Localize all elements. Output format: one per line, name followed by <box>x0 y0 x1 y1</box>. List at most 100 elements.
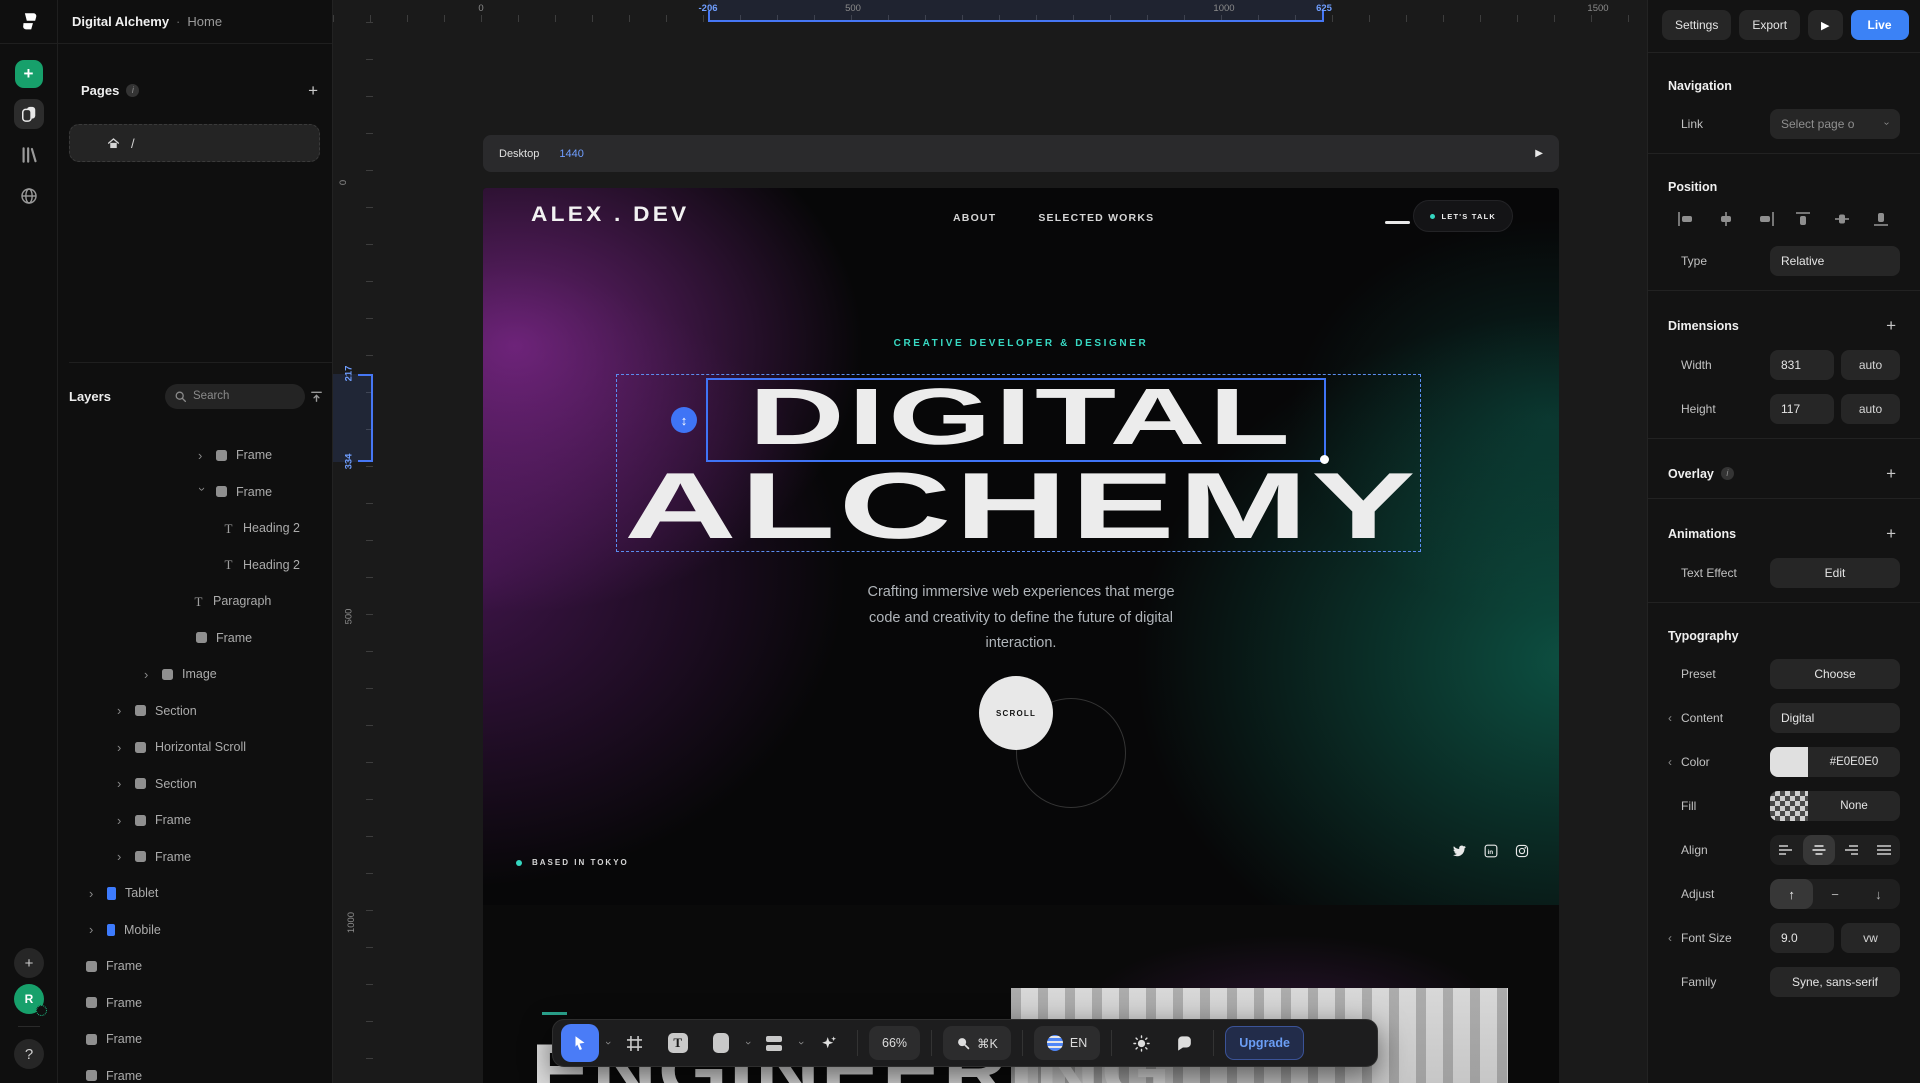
position-type-field[interactable]: Relative <box>1770 246 1900 276</box>
avatar[interactable]: R <box>14 984 44 1014</box>
feedback-button[interactable] <box>1166 1025 1202 1061</box>
frame-tool[interactable] <box>617 1025 653 1061</box>
color-control[interactable]: #E0E0E0 <box>1770 747 1900 777</box>
preview-button[interactable]: ▶ <box>1808 10 1842 40</box>
linkedin-icon[interactable]: in <box>1484 844 1498 858</box>
resize-handle[interactable] <box>1320 455 1329 464</box>
layer-row[interactable]: ›Tablet <box>59 875 332 912</box>
layer-row[interactable]: ›Mobile <box>59 912 332 949</box>
content-input[interactable]: Digital <box>1770 703 1900 733</box>
project-title[interactable]: Digital Alchemy <box>72 14 169 29</box>
layer-row[interactable]: ›Frame <box>59 474 332 511</box>
chevron-right-icon[interactable]: › <box>89 887 98 900</box>
selected-element-outline[interactable] <box>706 378 1326 462</box>
layer-row[interactable]: TParagraph <box>59 583 332 620</box>
site-logo[interactable]: ALEX . DEV <box>531 203 689 227</box>
align-center-h-icon[interactable] <box>1713 210 1739 228</box>
layer-row[interactable]: ›Horizontal Scroll <box>59 729 332 766</box>
info-icon[interactable]: i <box>126 84 139 97</box>
lets-talk-button[interactable]: LET'S TALK <box>1413 200 1513 232</box>
invite-button[interactable]: + <box>14 948 44 978</box>
transparent-swatch[interactable] <box>1770 791 1808 821</box>
search-input[interactable] <box>193 390 283 402</box>
layer-row[interactable]: Frame <box>59 948 332 985</box>
upgrade-button[interactable]: Upgrade <box>1225 1026 1304 1060</box>
layer-row[interactable]: ›Section <box>59 693 332 730</box>
chevron-left-icon[interactable]: ‹ <box>1668 755 1681 769</box>
breakpoint-device-label[interactable]: Desktop <box>499 148 539 160</box>
layer-row[interactable]: ›Frame <box>59 839 332 876</box>
settings-button[interactable]: Settings <box>1662 10 1731 40</box>
adjust-minus-button[interactable]: − <box>1813 879 1856 909</box>
shape-tool[interactable] <box>703 1025 739 1061</box>
layer-row[interactable]: Frame <box>59 620 332 657</box>
add-animation-button[interactable]: + <box>1886 525 1896 542</box>
instagram-icon[interactable] <box>1515 844 1529 858</box>
chevron-right-icon[interactable]: › <box>198 449 207 462</box>
link-select[interactable]: Select page o › <box>1770 109 1900 139</box>
width-mode-chip[interactable]: auto <box>1841 350 1900 380</box>
font-size-input[interactable]: 9.0 <box>1770 923 1834 953</box>
layers-search[interactable] <box>165 384 305 409</box>
ai-tool[interactable] <box>810 1025 846 1061</box>
zoom-level[interactable]: 66% <box>869 1026 920 1060</box>
sidebar-tab-library[interactable] <box>14 140 44 170</box>
font-size-unit-chip[interactable]: vw <box>1841 923 1900 953</box>
add-page-button[interactable]: + <box>308 82 318 99</box>
chevron-right-icon[interactable]: › <box>117 777 126 790</box>
align-right-icon[interactable] <box>1752 210 1778 228</box>
sidebar-tab-pages[interactable] <box>14 99 44 129</box>
height-input[interactable]: 117 <box>1770 394 1834 424</box>
layout-tool[interactable] <box>756 1025 792 1061</box>
color-swatch[interactable] <box>1770 747 1808 777</box>
nav-link-about[interactable]: ABOUT <box>953 212 996 224</box>
cursor-tool[interactable] <box>561 1024 599 1062</box>
text-align-left[interactable] <box>1770 835 1803 865</box>
current-page-crumb[interactable]: Home <box>187 14 222 29</box>
layer-row[interactable]: ›Frame <box>59 802 332 839</box>
align-left-icon[interactable] <box>1674 210 1700 228</box>
text-tool[interactable]: T <box>660 1025 696 1061</box>
preset-choose-button[interactable]: Choose <box>1770 659 1900 689</box>
chevron-down-icon[interactable]: › <box>196 487 209 496</box>
fill-control[interactable]: None <box>1770 791 1900 821</box>
chevron-right-icon[interactable]: › <box>117 850 126 863</box>
layer-row[interactable]: ›Section <box>59 766 332 803</box>
drag-handle-vertical[interactable]: ↕ <box>671 407 697 433</box>
layer-row[interactable]: ›Frame <box>59 437 332 474</box>
align-bottom-icon[interactable] <box>1868 210 1894 228</box>
height-mode-chip[interactable]: auto <box>1841 394 1900 424</box>
layer-row[interactable]: Frame <box>59 1021 332 1058</box>
layer-row[interactable]: THeading 2 <box>59 510 332 547</box>
breakpoint-bar[interactable]: Desktop 1440 ▶ <box>483 135 1559 172</box>
layer-row[interactable]: THeading 2 <box>59 547 332 584</box>
text-align-justify[interactable] <box>1868 835 1901 865</box>
chevron-right-icon[interactable]: › <box>89 923 98 936</box>
fill-value[interactable]: None <box>1808 800 1900 812</box>
nav-link-works[interactable]: SELECTED WORKS <box>1038 212 1154 224</box>
chevron-left-icon[interactable]: ‹ <box>1668 931 1681 945</box>
chevron-down-icon[interactable]: › <box>742 1041 754 1045</box>
sidebar-tab-publish[interactable] <box>14 181 44 211</box>
adjust-down-button[interactable]: ↓ <box>1857 879 1900 909</box>
layer-row[interactable]: Frame <box>59 1058 332 1083</box>
collapse-all-icon[interactable] <box>309 389 324 404</box>
export-button[interactable]: Export <box>1739 10 1800 40</box>
width-input[interactable]: 831 <box>1770 350 1834 380</box>
breakpoint-width-label[interactable]: 1440 <box>559 148 583 160</box>
family-select[interactable]: Syne, sans-serif <box>1770 967 1900 997</box>
theme-toggle[interactable] <box>1123 1025 1159 1061</box>
live-button[interactable]: Live <box>1851 10 1909 40</box>
canvas[interactable]: 0-20650010006251500 02173345001000 Deskt… <box>333 0 1647 1083</box>
chevron-down-icon[interactable]: › <box>795 1041 807 1045</box>
scroll-button[interactable]: SCROLL <box>979 676 1053 750</box>
help-button[interactable]: ? <box>14 1039 44 1069</box>
add-element-button[interactable]: + <box>15 60 43 88</box>
chevron-right-icon[interactable]: › <box>144 668 153 681</box>
menu-dash-icon[interactable] <box>1385 221 1410 224</box>
chevron-down-icon[interactable]: › <box>602 1041 614 1045</box>
language-switcher[interactable]: EN <box>1034 1026 1100 1060</box>
chevron-right-icon[interactable]: › <box>117 741 126 754</box>
app-logo[interactable] <box>0 0 58 43</box>
text-effect-edit-button[interactable]: Edit <box>1770 558 1900 588</box>
